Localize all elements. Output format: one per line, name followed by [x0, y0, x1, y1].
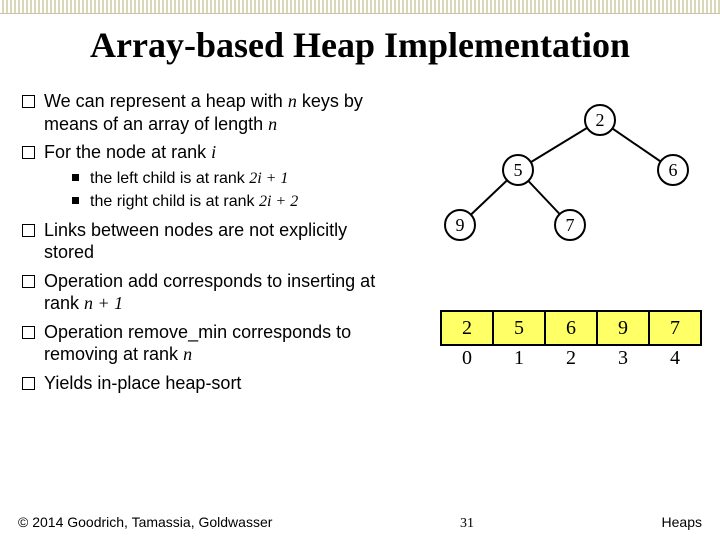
array-index: 0	[441, 345, 493, 371]
heap-array-table: 2 5 6 9 7 0 1 2 3 4	[440, 310, 702, 371]
text: the left child is at rank	[90, 170, 249, 187]
var-n: n	[183, 344, 192, 364]
tree-node: 7	[554, 209, 586, 241]
text: the right child is at rank	[90, 193, 259, 210]
var-n: n	[268, 114, 277, 134]
array-cell: 6	[545, 311, 597, 345]
page-number: 31	[460, 516, 474, 532]
array-cell: 5	[493, 311, 545, 345]
tree-node: 6	[657, 154, 689, 186]
tree-node-root: 2	[584, 104, 616, 136]
bullet-item: Operation add corresponds to inserting a…	[18, 270, 398, 315]
array-index: 1	[493, 345, 545, 371]
formula: n + 1	[84, 293, 123, 313]
bullet-item: Operation remove_min corresponds to remo…	[18, 321, 398, 366]
array-cell: 9	[597, 311, 649, 345]
array-values-row: 2 5 6 9 7	[441, 311, 701, 345]
tree-node: 5	[502, 154, 534, 186]
sub-bullet: the left child is at rank 2i + 1	[70, 168, 398, 190]
bullet-list: We can represent a heap with n keys by m…	[18, 90, 398, 400]
array-cell: 7	[649, 311, 701, 345]
section-label: Heaps	[662, 514, 702, 530]
array-index-row: 0 1 2 3 4	[441, 345, 701, 371]
var-i: i	[211, 142, 216, 162]
text: We can represent a heap with	[44, 91, 288, 111]
sub-bullet: the right child is at rank 2i + 2	[70, 191, 398, 213]
tree-edges	[418, 90, 702, 270]
text: For the node at rank	[44, 142, 211, 162]
heap-tree-diagram: 2 5 6 9 7	[418, 90, 702, 270]
slide-body: We can represent a heap with n keys by m…	[18, 90, 702, 504]
slide-title: Array-based Heap Implementation	[0, 24, 720, 66]
text: Operation remove_min corresponds to remo…	[44, 322, 351, 365]
slide-footer: © 2014 Goodrich, Tamassia, Goldwasser 31…	[18, 514, 702, 532]
bullet-item: Yields in-place heap-sort	[18, 372, 398, 395]
array-index: 4	[649, 345, 701, 371]
tree-node: 9	[444, 209, 476, 241]
array-index: 3	[597, 345, 649, 371]
formula: 2i + 2	[259, 193, 298, 210]
header-rule	[0, 0, 720, 14]
bullet-item: We can represent a heap with n keys by m…	[18, 90, 398, 135]
formula: 2i + 1	[249, 170, 288, 187]
bullet-item: For the node at rank i the left child is…	[18, 141, 398, 213]
copyright-text: © 2014 Goodrich, Tamassia, Goldwasser	[18, 514, 272, 530]
var-n: n	[288, 91, 297, 111]
array-index: 2	[545, 345, 597, 371]
bullet-item: Links between nodes are not explicitly s…	[18, 219, 398, 264]
array-cell: 2	[441, 311, 493, 345]
